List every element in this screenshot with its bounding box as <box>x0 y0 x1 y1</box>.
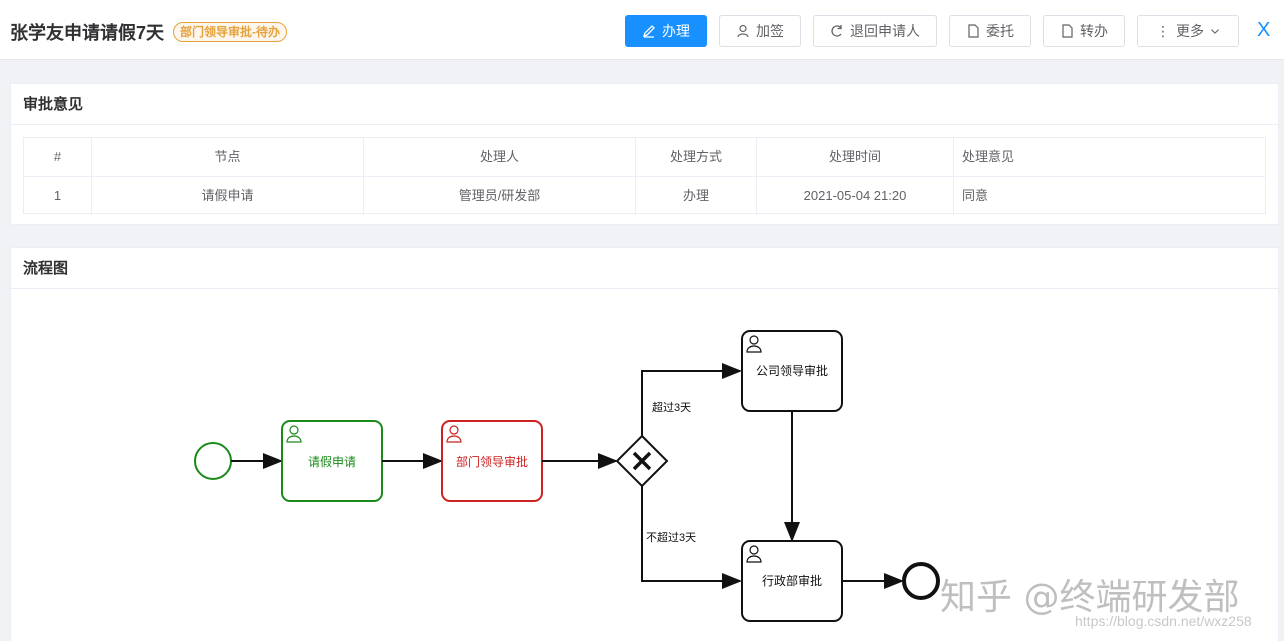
end-event <box>902 562 940 600</box>
page-title: 张学友申请请假7天 <box>10 23 165 43</box>
approval-table: # 节点 处理人 处理方式 处理时间 处理意见 1 请假申请 管理员/研发部 办… <box>23 137 1266 215</box>
column-header: 处理方式 <box>636 138 757 176</box>
table-cell: 2021-05-04 21:20 <box>757 177 954 215</box>
approval-card: 审批意见 # 节点 处理人 处理方式 处理时间 处理意见 1 请假申请 管理员/… <box>10 83 1279 225</box>
edit-icon <box>642 25 655 38</box>
table-cell: 办理 <box>636 177 757 215</box>
undo-icon <box>831 25 842 37</box>
delegate-button-label: 委托 <box>986 23 1014 39</box>
handle-button-label: 办理 <box>662 23 690 39</box>
document-icon <box>1062 24 1073 38</box>
transfer-button[interactable]: 转办 <box>1043 15 1125 47</box>
column-header: 处理意见 <box>962 149 1015 164</box>
table-cell: 请假申请 <box>92 177 364 215</box>
add-sign-button[interactable]: 加签 <box>719 15 801 47</box>
document-icon <box>968 24 979 38</box>
more-dropdown-button[interactable]: ⋮ 更多 <box>1137 15 1239 47</box>
exclusive-gateway <box>615 434 669 488</box>
more-button-label: 更多 <box>1176 23 1204 39</box>
add-sign-button-label: 加签 <box>756 23 784 39</box>
table-header-row: # 节点 处理人 处理方式 处理时间 处理意见 <box>24 138 1265 176</box>
task-label: 部门领导审批 <box>456 454 528 469</box>
chevron-down-icon <box>1211 29 1219 34</box>
return-applicant-button[interactable]: 退回申请人 <box>813 15 937 47</box>
table-cell: 管理员/研发部 <box>364 177 636 215</box>
task-label: 请假申请 <box>308 455 356 469</box>
table-row: 1 请假申请 管理员/研发部 办理 2021-05-04 21:20 同意 <box>24 176 1265 215</box>
start-event <box>194 442 232 480</box>
column-header: 处理时间 <box>757 138 954 176</box>
page-header: 张学友申请请假7天 部门领导审批-待办 办理 加签 退回申请人 委托 转办 ⋮ … <box>0 0 1284 60</box>
edge-label: 不超过3天 <box>646 530 696 544</box>
table-cell: 同意 <box>962 188 989 203</box>
user-icon <box>737 24 749 38</box>
transfer-button-label: 转办 <box>1080 23 1108 39</box>
task-label: 公司领导审批 <box>756 363 828 378</box>
column-header: 处理人 <box>364 138 636 176</box>
status-badge: 部门领导审批-待办 <box>173 22 287 42</box>
flowchart-title: 流程图 <box>11 248 1278 289</box>
watermark-url: https://blog.csdn.net/wxz258 <box>1075 613 1252 629</box>
return-applicant-button-label: 退回申请人 <box>850 23 920 39</box>
task-dept-leader[interactable]: 部门领导审批 <box>441 420 543 502</box>
handle-button[interactable]: 办理 <box>625 15 707 47</box>
task-admin-dept[interactable]: 行政部审批 <box>741 540 843 622</box>
task-company-leader[interactable]: 公司领导审批 <box>741 330 843 412</box>
task-label: 行政部审批 <box>762 573 822 588</box>
column-header: # <box>24 138 92 176</box>
delegate-button[interactable]: 委托 <box>949 15 1031 47</box>
edge-label: 超过3天 <box>652 400 691 414</box>
approval-title: 审批意见 <box>11 84 1278 125</box>
table-cell: 1 <box>24 177 92 215</box>
more-dots-icon: ⋮ <box>1156 22 1170 39</box>
close-icon[interactable]: X <box>1257 18 1270 42</box>
task-apply[interactable]: 请假申请 <box>281 420 383 502</box>
column-header: 节点 <box>92 138 364 176</box>
